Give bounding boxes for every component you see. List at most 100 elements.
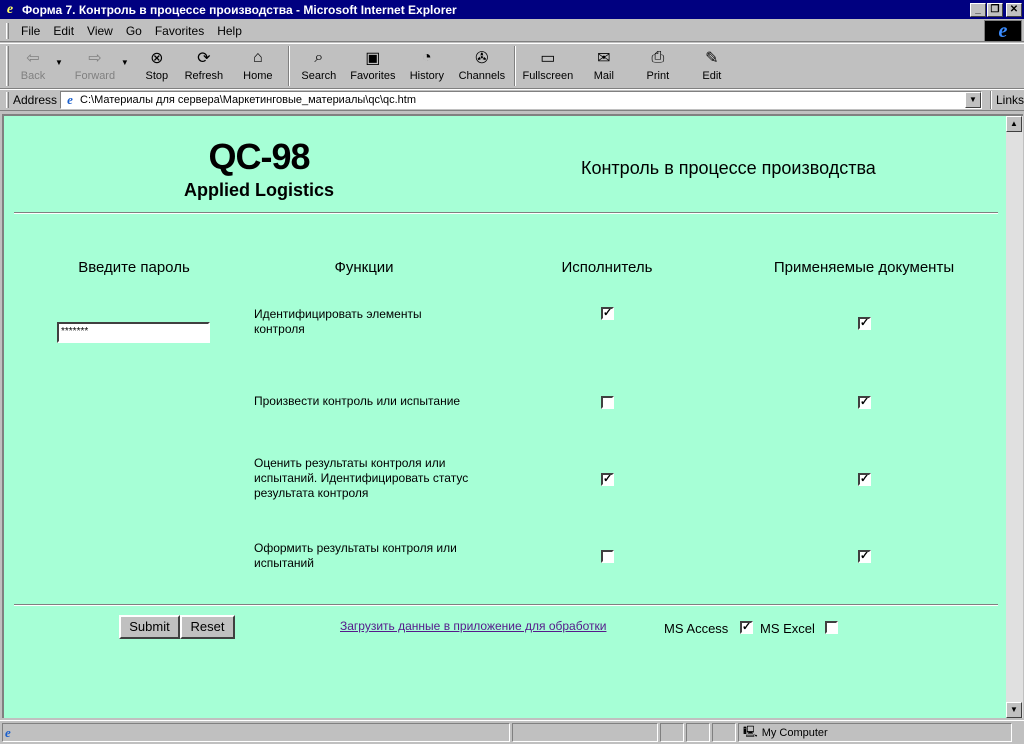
bottom-divider	[14, 604, 998, 606]
load-data-link[interactable]: Загрузить данные в приложение для обрабо…	[340, 619, 606, 633]
col-header-documents: Применяемые документы	[773, 259, 955, 276]
window-title: Форма 7. Контроль в процессе производств…	[22, 2, 457, 17]
search-icon: ⌕	[314, 49, 324, 66]
menu-view[interactable]: View	[81, 24, 120, 38]
mail-icon: ✉	[597, 50, 611, 67]
search-button[interactable]: ⌕ Search	[293, 44, 345, 88]
status-cell-2	[686, 723, 710, 742]
function-row-2: Произвести контроль или испытание	[254, 394, 461, 408]
ms-excel-checkbox[interactable]	[825, 621, 838, 634]
scroll-down-icon[interactable]: ▼	[1006, 702, 1022, 718]
channels-button[interactable]: ✇ Channels	[453, 44, 511, 88]
executor-checkbox-4[interactable]	[601, 550, 614, 563]
documents-checkbox-1[interactable]: ✓	[858, 317, 871, 330]
back-label: Back	[20, 70, 46, 82]
home-icon: ⌂	[253, 49, 263, 66]
edit-page-icon: ✎	[705, 50, 719, 67]
scroll-up-icon[interactable]: ▲	[1006, 116, 1022, 132]
col-header-executor: Исполнитель	[561, 259, 653, 276]
links-button[interactable]: Links	[996, 93, 1024, 107]
status-page-icon: e	[5, 724, 11, 740]
stop-label: Stop	[145, 70, 169, 82]
forward-arrow-icon: ⇨	[88, 50, 102, 67]
function-row-3: Оценить результаты контроля или испытани…	[254, 456, 469, 500]
edit-button[interactable]: ✎ Edit	[685, 44, 739, 88]
mail-button[interactable]: ✉ Mail	[577, 44, 631, 88]
status-main: e	[2, 723, 510, 742]
address-dropdown-icon[interactable]: ▼	[964, 92, 981, 108]
edit-label: Edit	[702, 70, 722, 82]
address-url: C:\Материалы для сервера\Маркетинговые_м…	[80, 94, 417, 106]
maximize-button[interactable]: ❐	[987, 2, 1003, 17]
status-progress	[512, 723, 658, 742]
executor-checkbox-3[interactable]: ✓	[601, 473, 614, 486]
back-dropdown-icon[interactable]: ▼	[55, 58, 63, 67]
ms-access-checkbox[interactable]: ✓	[740, 621, 753, 634]
stop-button[interactable]: ⊗ Stop	[137, 44, 177, 88]
back-button[interactable]: ⇦ Back	[13, 44, 53, 88]
minimize-button[interactable]: _	[970, 2, 986, 17]
app-logo: QC-98 Applied Logistics	[184, 136, 334, 201]
menu-bar: File Edit View Go Favorites Help	[0, 20, 1024, 42]
favorites-button[interactable]: ▣ Favorites	[345, 44, 401, 88]
logo-title: QC-98	[208, 136, 310, 177]
function-row-1: Идентифицировать элементы контроля	[254, 307, 422, 336]
page-title: Контроль в процессе производства	[581, 158, 876, 178]
page-viewport: QC-98 Applied Logistics Контроль в проце…	[2, 114, 1006, 718]
back-arrow-icon: ⇦	[26, 50, 40, 67]
menu-go[interactable]: Go	[120, 24, 149, 38]
toolbar-separator	[287, 46, 290, 86]
refresh-button[interactable]: ⟳ Refresh	[177, 44, 231, 88]
address-grip[interactable]	[6, 92, 9, 108]
menu-grip[interactable]	[6, 22, 9, 39]
channels-label: Channels	[458, 70, 506, 82]
vertical-scrollbar[interactable]: ▲ ▼	[1006, 114, 1023, 718]
browser-window: e Форма 7. Контроль в процессе производс…	[0, 0, 1024, 744]
fullscreen-button[interactable]: ▭ Fullscreen	[519, 44, 577, 88]
forward-label: Forward	[74, 70, 116, 82]
password-input[interactable]: *******	[57, 322, 210, 343]
print-label: Print	[646, 70, 670, 82]
executor-checkbox-2[interactable]	[601, 396, 614, 409]
documents-checkbox-4[interactable]: ✓	[858, 550, 871, 563]
refresh-label: Refresh	[184, 70, 224, 82]
menu-edit[interactable]: Edit	[47, 24, 81, 38]
executor-checkbox-1[interactable]: ✓	[601, 307, 614, 320]
history-button[interactable]: ◔ History	[401, 44, 453, 88]
status-cell-1	[660, 723, 684, 742]
favorites-folder-icon: ▣	[365, 50, 381, 67]
close-button[interactable]: ✕	[1006, 2, 1022, 17]
function-row-4: Оформить результаты контроля или испытан…	[254, 541, 457, 570]
toolbar-grip[interactable]	[6, 46, 9, 86]
search-label: Search	[301, 70, 337, 82]
menu-favorites[interactable]: Favorites	[149, 24, 211, 38]
print-button[interactable]: ⎙ Print	[631, 44, 685, 88]
history-label: History	[409, 70, 444, 82]
reset-button[interactable]: Reset	[180, 615, 235, 639]
menu-help[interactable]: Help	[211, 24, 249, 38]
documents-checkbox-2[interactable]: ✓	[858, 396, 871, 409]
status-bar: e 🖳 My Computer	[0, 720, 1024, 744]
ie-title-icon[interactable]: e	[2, 2, 18, 18]
documents-checkbox-3[interactable]: ✓	[858, 473, 871, 486]
mail-label: Mail	[593, 70, 614, 82]
ms-excel-label: MS Excel	[760, 621, 815, 636]
ms-access-label: MS Access	[664, 621, 729, 636]
top-divider	[14, 212, 998, 214]
home-label: Home	[243, 70, 273, 82]
status-zone: 🖳 My Computer	[738, 723, 1012, 742]
standard-toolbar: ⇦ Back ▼ ⇨ Forward ▼ ⊗ Stop ⟳ Refresh ⌂ …	[0, 43, 1024, 89]
title-bar[interactable]: e Форма 7. Контроль в процессе производс…	[0, 0, 1024, 19]
links-separator	[989, 91, 992, 109]
status-cell-3	[712, 723, 736, 742]
home-button[interactable]: ⌂ Home	[231, 44, 285, 88]
address-input[interactable]: e C:\Материалы для сервера\Маркетинговые…	[60, 91, 982, 109]
forward-dropdown-icon[interactable]: ▼	[121, 58, 129, 67]
submit-button[interactable]: Submit	[119, 615, 180, 639]
menu-file[interactable]: File	[15, 24, 47, 38]
forward-button[interactable]: ⇨ Forward	[71, 44, 119, 88]
col-header-password: Введите пароль	[78, 259, 190, 276]
address-label: Address	[13, 93, 58, 107]
history-icon: ◔	[422, 49, 432, 66]
col-header-functions: Функции	[334, 259, 394, 276]
